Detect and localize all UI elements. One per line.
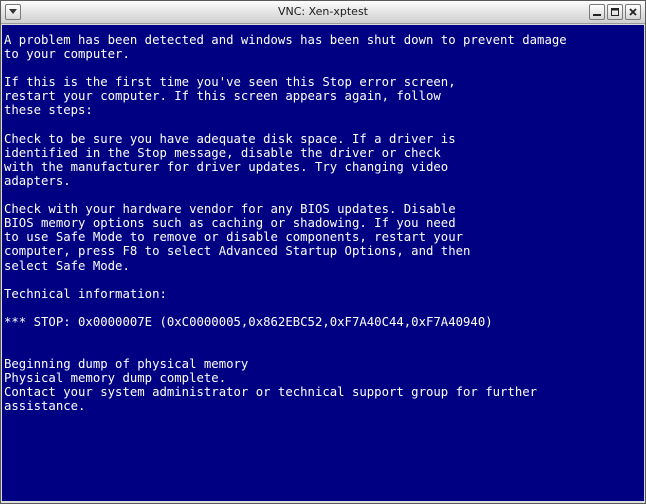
- maximize-button[interactable]: [607, 4, 623, 20]
- window-menu-icon[interactable]: [5, 4, 21, 20]
- error-text-line: select Safe Mode.: [4, 258, 130, 273]
- error-text-line: to your computer.: [4, 47, 130, 62]
- error-text-line: these steps:: [4, 103, 93, 118]
- error-text-line: *** STOP: 0x0000007E (0xC0000005,0x862EB…: [4, 314, 493, 329]
- vnc-viewer-window: VNC: Xen-xptest A problem has been detec…: [0, 0, 646, 504]
- close-button[interactable]: [625, 4, 641, 20]
- error-text-line: computer, press F8 to select Advanced St…: [4, 244, 471, 259]
- error-text-line: assistance.: [4, 399, 86, 414]
- error-text-line: restart your computer. If this screen ap…: [4, 89, 441, 104]
- remote-desktop-screen[interactable]: A problem has been detected and windows …: [2, 25, 644, 501]
- title-bar[interactable]: VNC: Xen-xptest: [1, 1, 645, 24]
- error-text-line: Check with your hardware vendor for any …: [4, 202, 456, 217]
- stop-error-message: A problem has been detected and windows …: [2, 25, 644, 414]
- maximize-icon: [611, 8, 619, 16]
- error-text-line: Physical memory dump complete.: [4, 371, 227, 386]
- error-text-line: to use Safe Mode to remove or disable co…: [4, 230, 464, 245]
- error-text-line: Contact your system administrator or tec…: [4, 385, 538, 400]
- error-text-line: Beginning dump of physical memory: [4, 357, 249, 372]
- close-icon: [629, 8, 637, 16]
- window-title: VNC: Xen-xptest: [277, 5, 368, 18]
- minimize-icon: [593, 14, 601, 16]
- minimize-button[interactable]: [589, 4, 605, 20]
- error-text-line: Technical information:: [4, 286, 167, 301]
- error-text-line: A problem has been detected and windows …: [4, 33, 567, 47]
- error-text-line: Check to be sure you have adequate disk …: [4, 131, 456, 146]
- error-text-line: identified in the Stop message, disable …: [4, 145, 441, 160]
- error-text-line: If this is the first time you've seen th…: [4, 75, 456, 90]
- error-text-line: BIOS memory options such as caching or s…: [4, 216, 456, 231]
- error-text-line: with the manufacturer for driver updates…: [4, 159, 449, 174]
- error-text-line: adapters.: [4, 173, 71, 188]
